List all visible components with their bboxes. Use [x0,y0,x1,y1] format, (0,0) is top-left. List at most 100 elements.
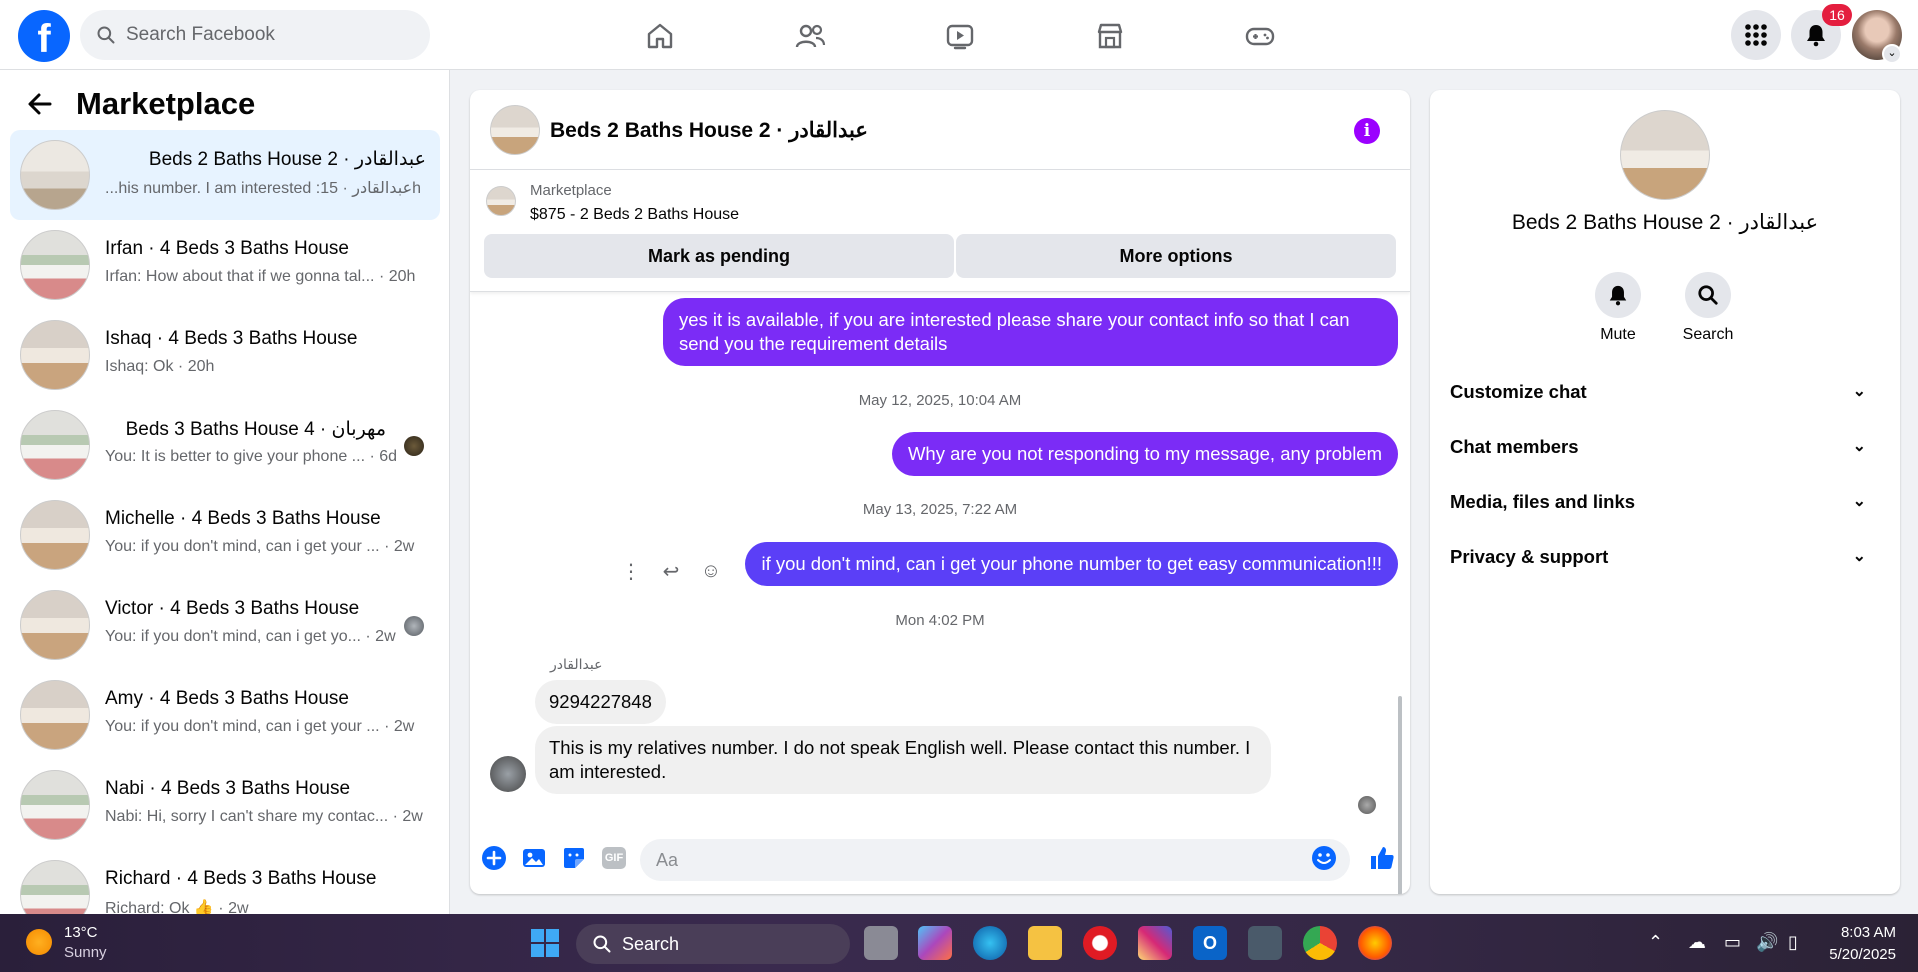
chat-members-section[interactable]: Chat members ⌄ [1450,425,1880,469]
media-files-links-section[interactable]: Media, files and links ⌄ [1450,480,1880,524]
friends-icon[interactable] [788,14,832,58]
listing-thumbnail [20,860,90,914]
edge-icon[interactable] [973,926,1007,960]
chevron-up-icon[interactable]: ⌃ [1648,932,1663,953]
listing-thumbnail[interactable] [486,186,516,216]
taskbar-date[interactable]: 5/20/2025 [1829,946,1896,963]
chevron-down-icon: ⌄ [1852,493,1866,510]
thumbs-up-icon[interactable] [1368,844,1396,872]
conversation-title: Beds 3 Baths House 4 · مهربان [125,419,386,440]
more-options-button[interactable]: More options [956,234,1396,278]
info-icon[interactable]: i [1354,118,1380,144]
seen-avatar [404,436,424,456]
search-facebook-box[interactable] [80,10,430,60]
more-vertical-icon[interactable]: ⋮ [620,559,642,584]
search-input[interactable] [126,24,406,46]
outgoing-message[interactable]: if you don't mind, can i get your phone … [745,542,1398,586]
conversation-item[interactable]: Beds 3 Baths House 4 · مهربان You: It is… [10,400,440,490]
listing-thumbnail [20,680,90,750]
chat-panel: Beds 2 Baths House 2 · عبدالقادر i Marke… [470,90,1410,894]
taskbar-search-label: Search [622,933,680,954]
conversation-preview: You: if you don't mind, can i get your .… [105,538,415,555]
mute-button[interactable]: Mute [1573,272,1663,344]
taskbar-time[interactable]: 8:03 AM [1841,924,1896,941]
conversation-item[interactable]: Nabi · 4 Beds 3 Baths House Nabi: Hi, so… [10,760,440,850]
seen-avatar [404,616,424,636]
weather-condition[interactable]: Sunny [64,944,107,961]
chevron-down-icon: ⌄ [1852,548,1866,565]
incoming-message[interactable]: This is my relatives number. I do not sp… [535,726,1271,794]
chrome-icon[interactable] [1303,926,1337,960]
video-icon[interactable] [938,14,982,58]
sender-avatar[interactable] [490,756,526,792]
marketplace-icon[interactable] [1088,14,1132,58]
weather-temperature[interactable]: 13°C [64,924,98,941]
apps-menu-icon[interactable] [1731,10,1781,60]
facebook-logo[interactable]: f [18,10,70,62]
conversation-item[interactable]: Irfan · 4 Beds 3 Baths House Irfan: How … [10,220,440,310]
sun-icon[interactable] [26,929,52,955]
message-timestamp: May 12, 2025, 10:04 AM [858,392,1022,409]
search-icon [593,935,611,953]
gaming-icon[interactable] [1238,14,1282,58]
volume-icon[interactable]: 🔊 [1756,932,1778,953]
search-label: Search [1682,326,1734,343]
sticker-icon[interactable] [560,844,588,872]
react-smiley-icon[interactable]: ☺ [700,560,722,583]
cloud-icon[interactable]: ☁ [1688,932,1706,953]
conversation-preview: You: if you don't mind, can i get yo... … [105,628,396,645]
sidebar-header: Marketplace [24,86,255,122]
message-input[interactable] [640,839,1350,881]
conversation-title: Beds 2 Baths House 2 · عبدالقادر [148,149,426,170]
chat-avatar[interactable] [490,105,540,155]
plus-circle-icon[interactable] [480,844,508,872]
outgoing-message[interactable]: Why are you not responding to my message… [891,432,1398,476]
instagram-icon[interactable] [1138,926,1172,960]
conversation-item[interactable]: Ishaq · 4 Beds 3 Baths House Ishaq: Ok ·… [10,310,440,400]
gif-label: GIF [601,847,627,869]
search-conversation-button[interactable]: Search [1663,272,1753,344]
outgoing-message[interactable]: yes it is available, if you are interest… [663,298,1398,366]
battery-icon[interactable]: ▯ [1788,932,1798,953]
task-view-icon[interactable] [864,926,898,960]
game-app-icon[interactable] [1248,926,1282,960]
taskbar-search[interactable]: Search [576,924,850,964]
opera-icon[interactable] [1083,926,1117,960]
home-icon[interactable] [638,14,682,58]
section-label: Chat members [1450,436,1579,457]
emoji-icon[interactable] [1310,844,1338,872]
conversation-item[interactable]: Victor · 4 Beds 3 Baths House You: if yo… [10,580,440,670]
conversation-item[interactable]: Beds 2 Baths House 2 · عبدالقادر ...his … [10,130,440,220]
sender-name: عبدالقادر [550,656,603,672]
gif-icon[interactable]: GIF [600,844,628,872]
conversation-preview: ...his number. I am interested :عبدالقاد… [105,180,422,197]
conversation-avatar[interactable] [1620,110,1710,200]
conversation-item[interactable]: Amy · 4 Beds 3 Baths House You: if you d… [10,670,440,760]
listing-title[interactable]: $875 - 2 Beds 2 Baths House [530,206,739,224]
network-icon[interactable]: ▭ [1724,932,1741,953]
copilot-icon[interactable] [918,926,952,960]
windows-start-icon[interactable] [528,926,562,960]
message-actions: ⋮ ↩ ☺ [620,559,722,584]
reply-icon[interactable]: ↩ [660,559,682,584]
sidebar-title: Marketplace [76,86,256,121]
privacy-support-section[interactable]: Privacy & support ⌄ [1450,535,1880,579]
chevron-down-icon[interactable]: ⌄ [1882,44,1902,64]
conversation-item[interactable]: Michelle · 4 Beds 3 Baths House You: if … [10,490,440,580]
outlook-icon[interactable]: O [1193,926,1227,960]
conversation-item[interactable]: Richard · 4 Beds 3 Baths House Richard: … [10,850,440,914]
listing-thumbnail [20,230,90,300]
chevron-down-icon: ⌄ [1852,438,1866,455]
photo-icon[interactable] [520,844,548,872]
conversation-details-panel: Beds 2 Baths House 2 · عبدالقادر Mute Se… [1430,90,1900,894]
mark-as-pending-button[interactable]: Mark as pending [484,234,954,278]
customize-chat-section[interactable]: Customize chat ⌄ [1450,370,1880,414]
firefox-icon[interactable] [1358,926,1392,960]
file-explorer-icon[interactable] [1028,926,1062,960]
listing-thumbnail [20,320,90,390]
conversation-title: Amy · 4 Beds 3 Baths House [105,688,349,709]
message-list: yes it is available, if you are interest… [470,292,1410,894]
chat-title[interactable]: Beds 2 Baths House 2 · عبدالقادر [550,118,868,143]
back-arrow-icon[interactable] [24,88,56,120]
incoming-message[interactable]: 9294227848 [535,680,666,724]
